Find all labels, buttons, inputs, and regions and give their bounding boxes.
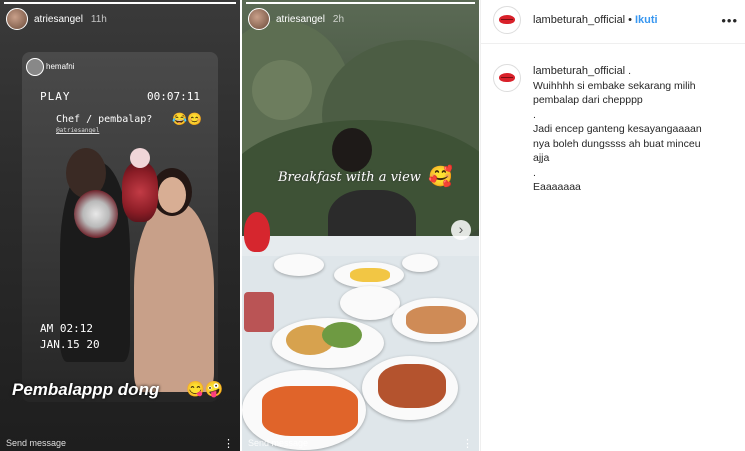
more-options-icon[interactable]: ⋮ [462,439,473,450]
more-options-icon[interactable]: ••• [721,13,738,28]
story-caption: Breakfast with a view [278,170,421,185]
reshared-username: hemafni [46,62,75,71]
send-message-input[interactable]: Send message [6,438,66,448]
chevron-right-icon: › [458,221,464,237]
clock-text: AM 02:12 [40,322,93,335]
lips-logo-icon [499,15,515,24]
comment-line: . [533,166,536,179]
sticker-caption: Pembalappp dong [12,380,160,399]
caption-emoji: 😂😊 [172,112,202,126]
comment-line: . [533,108,536,121]
play-label: PLAY [40,90,71,103]
lips-logo-icon [499,73,515,82]
separator-dot: • [628,14,632,26]
caption-comment: lambeturah_official . Wuihhhh si embake … [493,64,736,195]
comment-account[interactable]: lambeturah_official [533,65,625,77]
comment-account-suffix: . [628,65,631,77]
avatar[interactable] [493,6,521,34]
avatar[interactable] [493,64,521,92]
mention-tag: @atriesangel [56,127,100,134]
follow-button[interactable]: Ikuti [635,14,658,26]
story-username[interactable]: atriesangel [34,14,83,25]
divider [481,43,745,44]
avatar[interactable] [6,8,28,30]
comment-line: Wuihhhh si embake sekarang milih [533,79,696,92]
story-left[interactable]: atriesangel 11h hemafni PLAY 00:07:11 Ch… [0,0,240,451]
reshared-story-card[interactable]: hemafni PLAY 00:07:11 Chef / pembalap? 😂… [22,52,218,402]
story-header: atriesangel 2h [248,8,344,30]
story-username[interactable]: atriesangel [276,14,325,25]
send-message-input[interactable]: Send message [248,438,308,448]
reshared-avatar [26,58,44,76]
post-pane: lambeturah_official • Ikuti ••• lambetur… [480,0,745,451]
timecode: 00:07:11 [147,90,200,103]
more-options-icon[interactable]: ⋮ [223,439,234,450]
comment-line: Eaaaaaaa [533,181,581,193]
date-text: JAN.15 20 [40,338,100,351]
comment-line: ajja [533,152,550,164]
story-header: atriesangel 11h [6,8,107,30]
story-progress-bar [4,2,236,4]
story-right[interactable]: atriesangel 2h Breakfast with a view 🥰 ›… [242,0,479,451]
story-time: 11h [90,13,107,25]
reshared-caption: Chef / pembalap? [56,114,153,125]
account-name[interactable]: lambeturah_official [533,14,625,26]
caption-emoji: 🥰 [428,166,453,188]
comment-line: nya boleh dungssss ah buat minceu [533,137,701,150]
avatar[interactable] [248,8,270,30]
sticker-emoji: 😋🤪 [186,381,224,398]
next-story-button[interactable]: › [451,220,471,240]
story-time: 2h [332,13,345,25]
comment-line: pembalap dari chepppp [533,94,643,106]
post-header: lambeturah_official • Ikuti ••• [493,6,738,34]
comment-line: Jadi encep ganteng kesayangaaaan [533,123,702,135]
comment-body: lambeturah_official . Wuihhhh si embake … [533,64,702,195]
story-progress-bar [246,2,475,4]
